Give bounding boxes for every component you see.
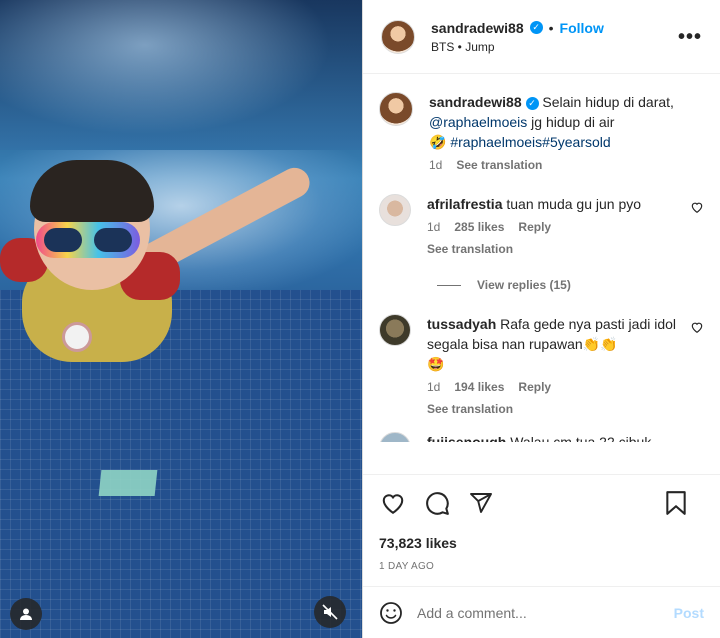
- hashtag-link[interactable]: #raphaelmoeis: [450, 134, 542, 150]
- comment-composer: Post: [363, 586, 720, 638]
- comments-list[interactable]: sandradewi88 ✓ Selain hidup di darat, @r…: [363, 74, 720, 474]
- see-translation-link[interactable]: See translation: [427, 242, 682, 256]
- timestamp[interactable]: 1d: [429, 158, 442, 172]
- water-surface: [0, 0, 362, 150]
- comment-text: tussadyah Rafa gede nya pasti jadi idol …: [427, 314, 682, 374]
- verified-icon: ✓: [529, 21, 543, 34]
- send-icon: [470, 492, 492, 513]
- post-header: sandradewi88 ✓ • Follow BTS • Jump •••: [363, 0, 720, 74]
- mute-button[interactable]: [314, 596, 346, 628]
- emoji-icon[interactable]: [379, 601, 403, 625]
- like-button[interactable]: [379, 489, 407, 517]
- comment-username[interactable]: tussadyah: [427, 316, 496, 332]
- like-count-total[interactable]: 73,823 likes: [363, 530, 720, 556]
- comment-text: fujisenough Walau cm tua 22 cibuk: [427, 432, 682, 442]
- follow-button[interactable]: Follow: [560, 20, 604, 36]
- heart-icon[interactable]: [690, 320, 704, 334]
- rofl-emoji: 🤣: [429, 134, 447, 150]
- separator-dot: •: [548, 19, 554, 36]
- avatar[interactable]: [379, 314, 411, 346]
- swim-goggles: [36, 222, 140, 258]
- caption: sandradewi88 ✓ Selain hidup di darat, @r…: [379, 92, 704, 172]
- action-bar: [363, 474, 720, 530]
- caption-meta: 1d See translation: [429, 158, 682, 172]
- caption-body: sandradewi88 ✓ Selain hidup di darat, @r…: [429, 92, 704, 172]
- timestamp[interactable]: 1d: [427, 220, 440, 234]
- heart-icon: [382, 493, 404, 514]
- user-icon: [20, 608, 32, 620]
- caption-text-mid: jg hidup di air: [527, 114, 615, 130]
- comment-input[interactable]: [417, 604, 674, 621]
- post-dialog: sandradewi88 ✓ • Follow BTS • Jump ••• s…: [0, 0, 720, 638]
- verified-icon: ✓: [525, 96, 539, 110]
- comment-body: afrilafrestia tuan muda gu jun pyo 1d 28…: [427, 194, 704, 256]
- comment-content: tuan muda gu jun pyo: [506, 196, 642, 212]
- pool-tile-mark: [98, 470, 158, 496]
- comment-item: fujisenough Walau cm tua 22 cibuk: [379, 432, 704, 442]
- see-translation-link[interactable]: See translation: [456, 158, 542, 172]
- avatar[interactable]: [379, 432, 411, 442]
- post-sidebar: sandradewi88 ✓ • Follow BTS • Jump ••• s…: [362, 0, 720, 638]
- comment-button[interactable]: [423, 489, 451, 517]
- avatar[interactable]: [379, 194, 411, 226]
- avatar[interactable]: [381, 19, 415, 54]
- header-text: sandradewi88 ✓ • Follow BTS • Jump: [431, 20, 604, 54]
- comment-body: fujisenough Walau cm tua 22 cibuk: [427, 432, 704, 442]
- speaker-muted-icon: [322, 604, 338, 620]
- comment-username[interactable]: afrilafrestia: [427, 196, 502, 212]
- view-replies-label[interactable]: View replies (15): [477, 278, 571, 292]
- caption-username[interactable]: sandradewi88: [429, 94, 522, 110]
- reply-button[interactable]: Reply: [518, 220, 551, 234]
- comment-icon: [426, 491, 449, 515]
- more-options-icon[interactable]: •••: [678, 27, 702, 47]
- view-replies-button[interactable]: View replies (15): [437, 278, 704, 292]
- avatar[interactable]: [379, 92, 413, 126]
- comment-item: tussadyah Rafa gede nya pasti jadi idol …: [379, 314, 704, 416]
- tagged-users-button[interactable]: [10, 598, 42, 630]
- hashtag-link[interactable]: #5yearsold: [542, 134, 611, 150]
- heart-icon[interactable]: [690, 200, 704, 214]
- caption-text: sandradewi88 ✓ Selain hidup di darat, @r…: [429, 92, 682, 152]
- mention-link[interactable]: @raphaelmoeis: [429, 114, 527, 130]
- child-hair: [30, 160, 154, 222]
- reply-button[interactable]: Reply: [518, 380, 551, 394]
- post-comment-button[interactable]: Post: [674, 605, 704, 621]
- save-button[interactable]: [662, 489, 690, 517]
- comment-text: afrilafrestia tuan muda gu jun pyo: [427, 194, 682, 214]
- audio-label[interactable]: BTS • Jump: [431, 40, 604, 54]
- like-count[interactable]: 285 likes: [454, 220, 504, 234]
- comment-item: afrilafrestia tuan muda gu jun pyo 1d 28…: [379, 194, 704, 256]
- comment-meta: 1d 194 likes Reply: [427, 380, 682, 394]
- post-date[interactable]: 1 DAY AGO: [363, 556, 720, 586]
- caption-text-pre: Selain hidup di darat,: [542, 94, 674, 110]
- header-row: sandradewi88 ✓ • Follow: [431, 20, 604, 36]
- post-video[interactable]: [0, 0, 362, 638]
- bookmark-icon: [666, 491, 686, 515]
- like-count[interactable]: 194 likes: [454, 380, 504, 394]
- replies-divider: [437, 284, 461, 286]
- timestamp[interactable]: 1d: [427, 380, 440, 394]
- share-button[interactable]: [467, 489, 495, 517]
- see-translation-link[interactable]: See translation: [427, 402, 682, 416]
- swimsuit-emblem: [62, 322, 92, 352]
- author-username[interactable]: sandradewi88: [431, 20, 524, 36]
- comment-username[interactable]: fujisenough: [427, 434, 506, 442]
- comment-content: Walau cm tua 22 cibuk: [510, 434, 652, 442]
- comment-meta: 1d 285 likes Reply: [427, 220, 682, 234]
- comment-body: tussadyah Rafa gede nya pasti jadi idol …: [427, 314, 704, 416]
- star-eyes-emoji: 🤩: [427, 356, 445, 372]
